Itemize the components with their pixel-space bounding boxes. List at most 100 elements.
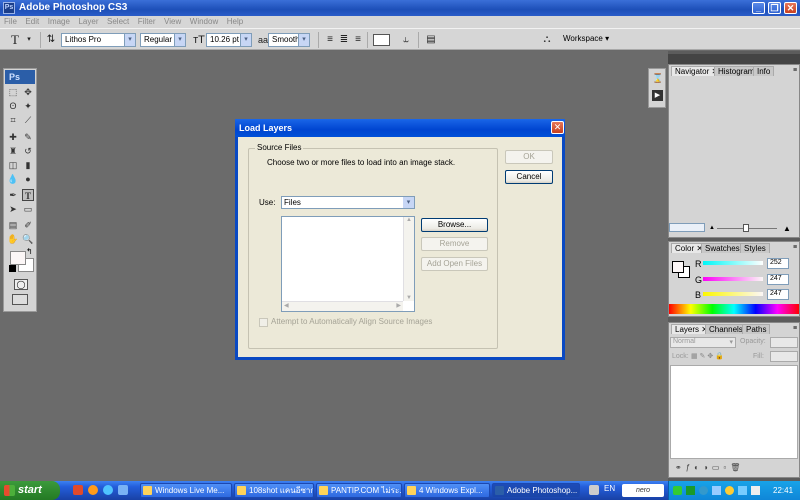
task-pantip[interactable]: PANTIP.COM ไม่ระ... <box>316 483 402 498</box>
restore-button[interactable]: ❐ <box>768 2 781 14</box>
panel-menu-icon[interactable]: ≡ <box>793 67 797 74</box>
task-adobe-photoshop[interactable]: Adobe Photoshop... <box>492 483 580 498</box>
history-panel-icon[interactable]: ⌛ <box>652 73 663 85</box>
crop-tool-icon[interactable]: ⌗ <box>7 114 19 126</box>
menu-select[interactable]: Select <box>107 16 129 28</box>
green-slider[interactable] <box>703 277 763 281</box>
quicklaunch-app-icon[interactable] <box>73 485 83 495</box>
toolbar-icon[interactable] <box>589 485 599 495</box>
cancel-button[interactable]: Cancel <box>505 170 553 184</box>
notes-tool-icon[interactable]: ▤ <box>7 219 19 231</box>
clock[interactable]: 22:41 <box>773 481 793 500</box>
foreground-color-swatch[interactable] <box>672 261 684 273</box>
foreground-color-swatch[interactable] <box>10 251 26 265</box>
align-left-icon[interactable]: ≡ <box>323 33 337 47</box>
move-tool-icon[interactable]: ✥ <box>22 86 34 98</box>
menu-help[interactable]: Help <box>227 16 243 28</box>
ok-button[interactable]: OK <box>505 150 553 164</box>
panel-menu-icon[interactable]: ≡ <box>793 244 797 251</box>
remove-button[interactable]: Remove <box>421 237 488 251</box>
blue-slider[interactable] <box>703 292 763 296</box>
tray-volume-icon[interactable] <box>751 486 760 495</box>
scroll-down-icon[interactable]: ▼ <box>404 295 414 301</box>
layers-footer-icons[interactable]: ⚭ƒ◐◑▭▫🗑 <box>675 463 744 472</box>
warp-text-icon[interactable]: ⥿ <box>399 33 413 47</box>
zoom-field[interactable] <box>669 223 705 232</box>
task-windows-explorer[interactable]: 4 Windows Expl... <box>404 483 490 498</box>
marquee-tool-icon[interactable]: ⬚ <box>7 86 19 98</box>
clone-stamp-tool-icon[interactable]: ♜ <box>7 145 19 157</box>
brush-tool-icon[interactable]: ✎ <box>22 131 34 143</box>
rectangle-tool-icon[interactable]: ▭ <box>22 203 34 215</box>
start-button[interactable]: start <box>0 481 60 500</box>
scroll-left-icon[interactable]: ◀ <box>284 302 289 309</box>
align-images-checkbox[interactable] <box>259 318 268 327</box>
task-windows-live-messenger[interactable]: Windows Live Me... <box>140 483 232 498</box>
language-indicator[interactable]: EN <box>604 484 615 493</box>
align-right-icon[interactable]: ≡ <box>351 33 365 47</box>
gradient-tool-icon[interactable]: ▮ <box>22 159 34 171</box>
orientation-toggle-icon[interactable]: ⇅ <box>44 33 58 47</box>
tray-app-icon[interactable] <box>725 486 734 495</box>
hand-tool-icon[interactable]: ✋ <box>7 233 19 245</box>
browse-button[interactable]: Browse... <box>421 218 488 232</box>
tray-network-icon[interactable] <box>699 486 708 495</box>
panel-menu-icon[interactable]: ≡ <box>793 325 797 332</box>
quicklaunch-ie-icon[interactable] <box>103 485 113 495</box>
opacity-field[interactable] <box>770 337 798 348</box>
add-open-files-button[interactable]: Add Open Files <box>421 257 488 271</box>
vertical-scrollbar[interactable]: ▲ ▼ <box>403 217 414 301</box>
align-center-icon[interactable]: ≣ <box>337 33 351 47</box>
menu-filter[interactable]: Filter <box>138 16 156 28</box>
menu-edit[interactable]: Edit <box>25 16 39 28</box>
tab-paths[interactable]: Paths <box>742 324 771 334</box>
character-panel-icon[interactable]: ▤ <box>424 33 438 47</box>
text-color-swatch[interactable] <box>373 34 390 46</box>
tray-shield-icon[interactable] <box>686 486 695 495</box>
swap-colors-icon[interactable]: ↰ <box>26 247 33 256</box>
blur-tool-icon[interactable]: 💧 <box>7 173 19 185</box>
zoom-out-icon[interactable]: ▲ <box>709 225 715 231</box>
menu-view[interactable]: View <box>164 16 181 28</box>
menu-window[interactable]: Window <box>190 16 218 28</box>
font-style-select[interactable]: Regular ▾ <box>140 33 186 47</box>
path-selection-tool-icon[interactable]: ➤ <box>7 203 19 215</box>
tray-app-icon[interactable] <box>712 486 721 495</box>
workspace-menu[interactable]: Workspace ▾ <box>563 34 609 43</box>
lasso-tool-icon[interactable]: ʘ <box>7 100 19 112</box>
fill-field[interactable] <box>770 351 798 362</box>
font-size-select[interactable]: 10.26 pt ▾ <box>206 33 252 47</box>
healing-brush-tool-icon[interactable]: ✚ <box>7 131 19 143</box>
nero-search-box[interactable]: nero <box>622 484 664 497</box>
quick-mask-icon[interactable]: ◯ <box>14 279 28 290</box>
pen-tool-icon[interactable]: ✒ <box>7 189 19 201</box>
task-108shot[interactable]: 108shot แคนอีซาก... <box>234 483 314 498</box>
type-tool-icon[interactable]: T <box>22 189 34 201</box>
source-files-list[interactable]: ▲ ▼ ◀ ▶ <box>281 216 415 312</box>
zoom-in-icon[interactable]: ▲ <box>783 224 791 233</box>
tray-app-icon[interactable] <box>738 486 747 495</box>
red-slider[interactable] <box>703 261 763 265</box>
use-select[interactable]: Files ▾ <box>281 196 415 209</box>
scroll-right-icon[interactable]: ▶ <box>396 302 401 309</box>
magic-wand-tool-icon[interactable]: ✦ <box>22 100 34 112</box>
horizontal-scrollbar[interactable]: ◀ ▶ <box>282 301 403 311</box>
dialog-close-button[interactable]: ✕ <box>551 121 564 134</box>
type-tool-icon[interactable]: T <box>8 33 22 47</box>
zoom-slider-handle[interactable] <box>743 224 749 232</box>
actions-panel-icon[interactable]: ▶ <box>652 90 663 101</box>
tray-arrow-icon[interactable] <box>673 486 682 495</box>
quicklaunch-desktop-icon[interactable] <box>118 485 128 495</box>
eyedropper-tool-icon[interactable]: ✐ <box>22 219 34 231</box>
tab-channels[interactable]: Channels <box>705 324 747 334</box>
tab-swatches[interactable]: Swatches <box>701 243 744 253</box>
tool-preset-arrow-icon[interactable]: ▾ <box>22 33 36 47</box>
quicklaunch-firefox-icon[interactable] <box>88 485 98 495</box>
scroll-up-icon[interactable]: ▲ <box>404 217 414 223</box>
eraser-tool-icon[interactable]: ◫ <box>7 159 19 171</box>
history-brush-tool-icon[interactable]: ↺ <box>22 145 34 157</box>
slice-tool-icon[interactable]: ⟋ <box>22 114 34 126</box>
layers-list[interactable] <box>670 365 798 459</box>
tab-styles[interactable]: Styles <box>740 243 770 253</box>
blend-mode-select[interactable]: Normal ▾ <box>670 337 736 348</box>
